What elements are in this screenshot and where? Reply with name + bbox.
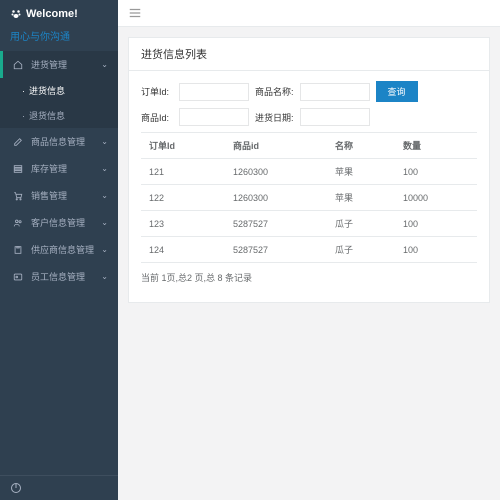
order-id-input[interactable] bbox=[179, 83, 249, 101]
dot-icon: · bbox=[22, 86, 25, 96]
menu-toggle-icon[interactable] bbox=[128, 6, 490, 20]
table-row[interactable]: 1245287527瓜子100 bbox=[141, 237, 477, 263]
table-cell: 苹果 bbox=[327, 159, 395, 185]
chevron-down-icon: ⌄ bbox=[101, 60, 108, 69]
goods-id-label: 商品Id: bbox=[141, 111, 173, 124]
table-cell: 1260300 bbox=[225, 159, 327, 185]
sidebar-item-label: 进货管理 bbox=[31, 58, 101, 71]
sidebar-menu: 进货管理 ⌄ · 进货信息 · 退货信息 商品信息管理 ⌄ 库存 bbox=[0, 51, 118, 475]
dot-icon: · bbox=[22, 111, 25, 121]
table-cell: 124 bbox=[141, 237, 225, 263]
table-cell: 100 bbox=[395, 211, 477, 237]
table-header-row: 订单Id 商品id 名称 数量 bbox=[141, 133, 477, 159]
sidebar-sub-label: 退货信息 bbox=[29, 109, 65, 122]
sidebar-submenu: · 进货信息 · 退货信息 bbox=[0, 78, 118, 128]
chevron-down-icon: ⌄ bbox=[101, 218, 108, 227]
table-row[interactable]: 1221260300苹果10000 bbox=[141, 185, 477, 211]
clipboard-icon bbox=[13, 245, 25, 255]
sidebar-header: Welcome! bbox=[0, 0, 118, 28]
sidebar-item-label: 商品信息管理 bbox=[31, 135, 101, 148]
sidebar-item-label: 员工信息管理 bbox=[31, 270, 101, 283]
table-cell: 100 bbox=[395, 159, 477, 185]
table-cell: 121 bbox=[141, 159, 225, 185]
sidebar-item-sales[interactable]: 销售管理 ⌄ bbox=[0, 182, 118, 209]
edit-icon bbox=[13, 137, 25, 147]
data-table: 订单Id 商品id 名称 数量 1211260300苹果100122126030… bbox=[141, 132, 477, 263]
chevron-down-icon: ⌄ bbox=[101, 191, 108, 200]
table-cell: 122 bbox=[141, 185, 225, 211]
pagination-info: 当前 1页,总2 页,总 8 条记录 bbox=[141, 263, 477, 292]
sidebar-footer bbox=[0, 475, 118, 500]
users-icon bbox=[13, 218, 25, 228]
sidebar-sub-label: 进货信息 bbox=[29, 84, 65, 97]
date-input[interactable] bbox=[300, 108, 370, 126]
table-row[interactable]: 1211260300苹果100 bbox=[141, 159, 477, 185]
chevron-down-icon: ⌄ bbox=[101, 245, 108, 254]
sidebar-item-goods[interactable]: 商品信息管理 ⌄ bbox=[0, 128, 118, 155]
table-cell: 苹果 bbox=[327, 185, 395, 211]
power-icon[interactable] bbox=[10, 482, 108, 494]
table-row[interactable]: 1235287527瓜子100 bbox=[141, 211, 477, 237]
table-cell: 5287527 bbox=[225, 237, 327, 263]
sidebar-item-label: 客户信息管理 bbox=[31, 216, 101, 229]
sidebar-item-customers[interactable]: 客户信息管理 ⌄ bbox=[0, 209, 118, 236]
table-cell: 5287527 bbox=[225, 211, 327, 237]
sidebar-item-label: 库存管理 bbox=[31, 162, 101, 175]
chevron-down-icon: ⌄ bbox=[101, 164, 108, 173]
home-icon bbox=[13, 60, 25, 70]
sidebar-item-staff[interactable]: 员工信息管理 ⌄ bbox=[0, 263, 118, 290]
sidebar: Welcome! 用心与你沟通 进货管理 ⌄ · 进货信息 · 退货信息 bbox=[0, 0, 118, 500]
goods-name-input[interactable] bbox=[300, 83, 370, 101]
table-cell: 10000 bbox=[395, 185, 477, 211]
sidebar-sub-inbound-info[interactable]: · 进货信息 bbox=[0, 78, 118, 103]
table-cell: 瓜子 bbox=[327, 237, 395, 263]
th-name: 名称 bbox=[327, 133, 395, 159]
id-icon bbox=[13, 272, 25, 282]
th-goods-id: 商品id bbox=[225, 133, 327, 159]
panel: 进货信息列表 订单Id: 商品名称: 查询 商品Id: 进货日期: bbox=[128, 37, 490, 303]
main-content: 进货信息列表 订单Id: 商品名称: 查询 商品Id: 进货日期: bbox=[118, 0, 500, 500]
th-qty: 数量 bbox=[395, 133, 477, 159]
sidebar-item-stock[interactable]: 库存管理 ⌄ bbox=[0, 155, 118, 182]
goods-id-input[interactable] bbox=[179, 108, 249, 126]
panel-title: 进货信息列表 bbox=[129, 38, 489, 71]
table-cell: 瓜子 bbox=[327, 211, 395, 237]
search-button[interactable]: 查询 bbox=[376, 81, 418, 102]
paw-icon bbox=[10, 8, 22, 20]
th-order: 订单Id bbox=[141, 133, 225, 159]
sidebar-sub-return-info[interactable]: · 退货信息 bbox=[0, 103, 118, 128]
sidebar-item-suppliers[interactable]: 供应商信息管理 ⌄ bbox=[0, 236, 118, 263]
table-cell: 100 bbox=[395, 237, 477, 263]
topbar bbox=[118, 0, 500, 27]
sidebar-item-label: 供应商信息管理 bbox=[31, 243, 101, 256]
goods-name-label: 商品名称: bbox=[255, 85, 294, 98]
slogan: 用心与你沟通 bbox=[0, 28, 118, 51]
chevron-down-icon: ⌄ bbox=[101, 272, 108, 281]
sidebar-item-inbound[interactable]: 进货管理 ⌄ bbox=[0, 51, 118, 78]
table-cell: 1260300 bbox=[225, 185, 327, 211]
sidebar-item-label: 销售管理 bbox=[31, 189, 101, 202]
date-label: 进货日期: bbox=[255, 111, 294, 124]
layers-icon bbox=[13, 164, 25, 174]
table-cell: 123 bbox=[141, 211, 225, 237]
order-id-label: 订单Id: bbox=[141, 85, 173, 98]
welcome-text: Welcome! bbox=[26, 8, 78, 20]
chevron-down-icon: ⌄ bbox=[101, 137, 108, 146]
cart-icon bbox=[13, 191, 25, 201]
